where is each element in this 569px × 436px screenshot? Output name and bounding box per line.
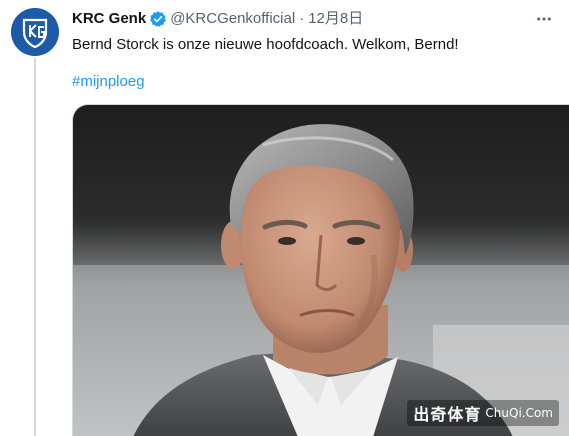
tweet[interactable]: KRC Genk @KRCGenkofficial · 12月8日 Bernd … [0,0,569,436]
verified-badge-icon[interactable] [149,10,167,28]
watermark: 出奇体育 ChuQi.Com [407,400,559,426]
krc-genk-logo-icon [11,8,59,56]
display-name[interactable]: KRC Genk [72,9,146,29]
hashtag-link[interactable]: #mijnploeg [72,72,145,92]
tweet-header: KRC Genk @KRCGenkofficial · 12月8日 [72,9,363,29]
thread-line [34,58,36,436]
watermark-latin: ChuQi.Com [485,406,553,420]
account-handle[interactable]: @KRCGenkofficial [170,9,295,29]
watermark-chinese: 出奇体育 [413,405,482,424]
avatar[interactable] [11,8,59,56]
tweet-timestamp[interactable]: 12月8日 [308,9,363,29]
tweet-photo[interactable]: 出奇体育 ChuQi.Com [72,104,569,436]
separator-dot: · [299,10,305,27]
tweet-text: Bernd Storck is onze nieuwe hoofdcoach. … [72,36,459,53]
more-horizontal-icon [537,17,551,21]
coach-portrait-photo [73,105,569,436]
more-options-button[interactable] [533,8,555,30]
